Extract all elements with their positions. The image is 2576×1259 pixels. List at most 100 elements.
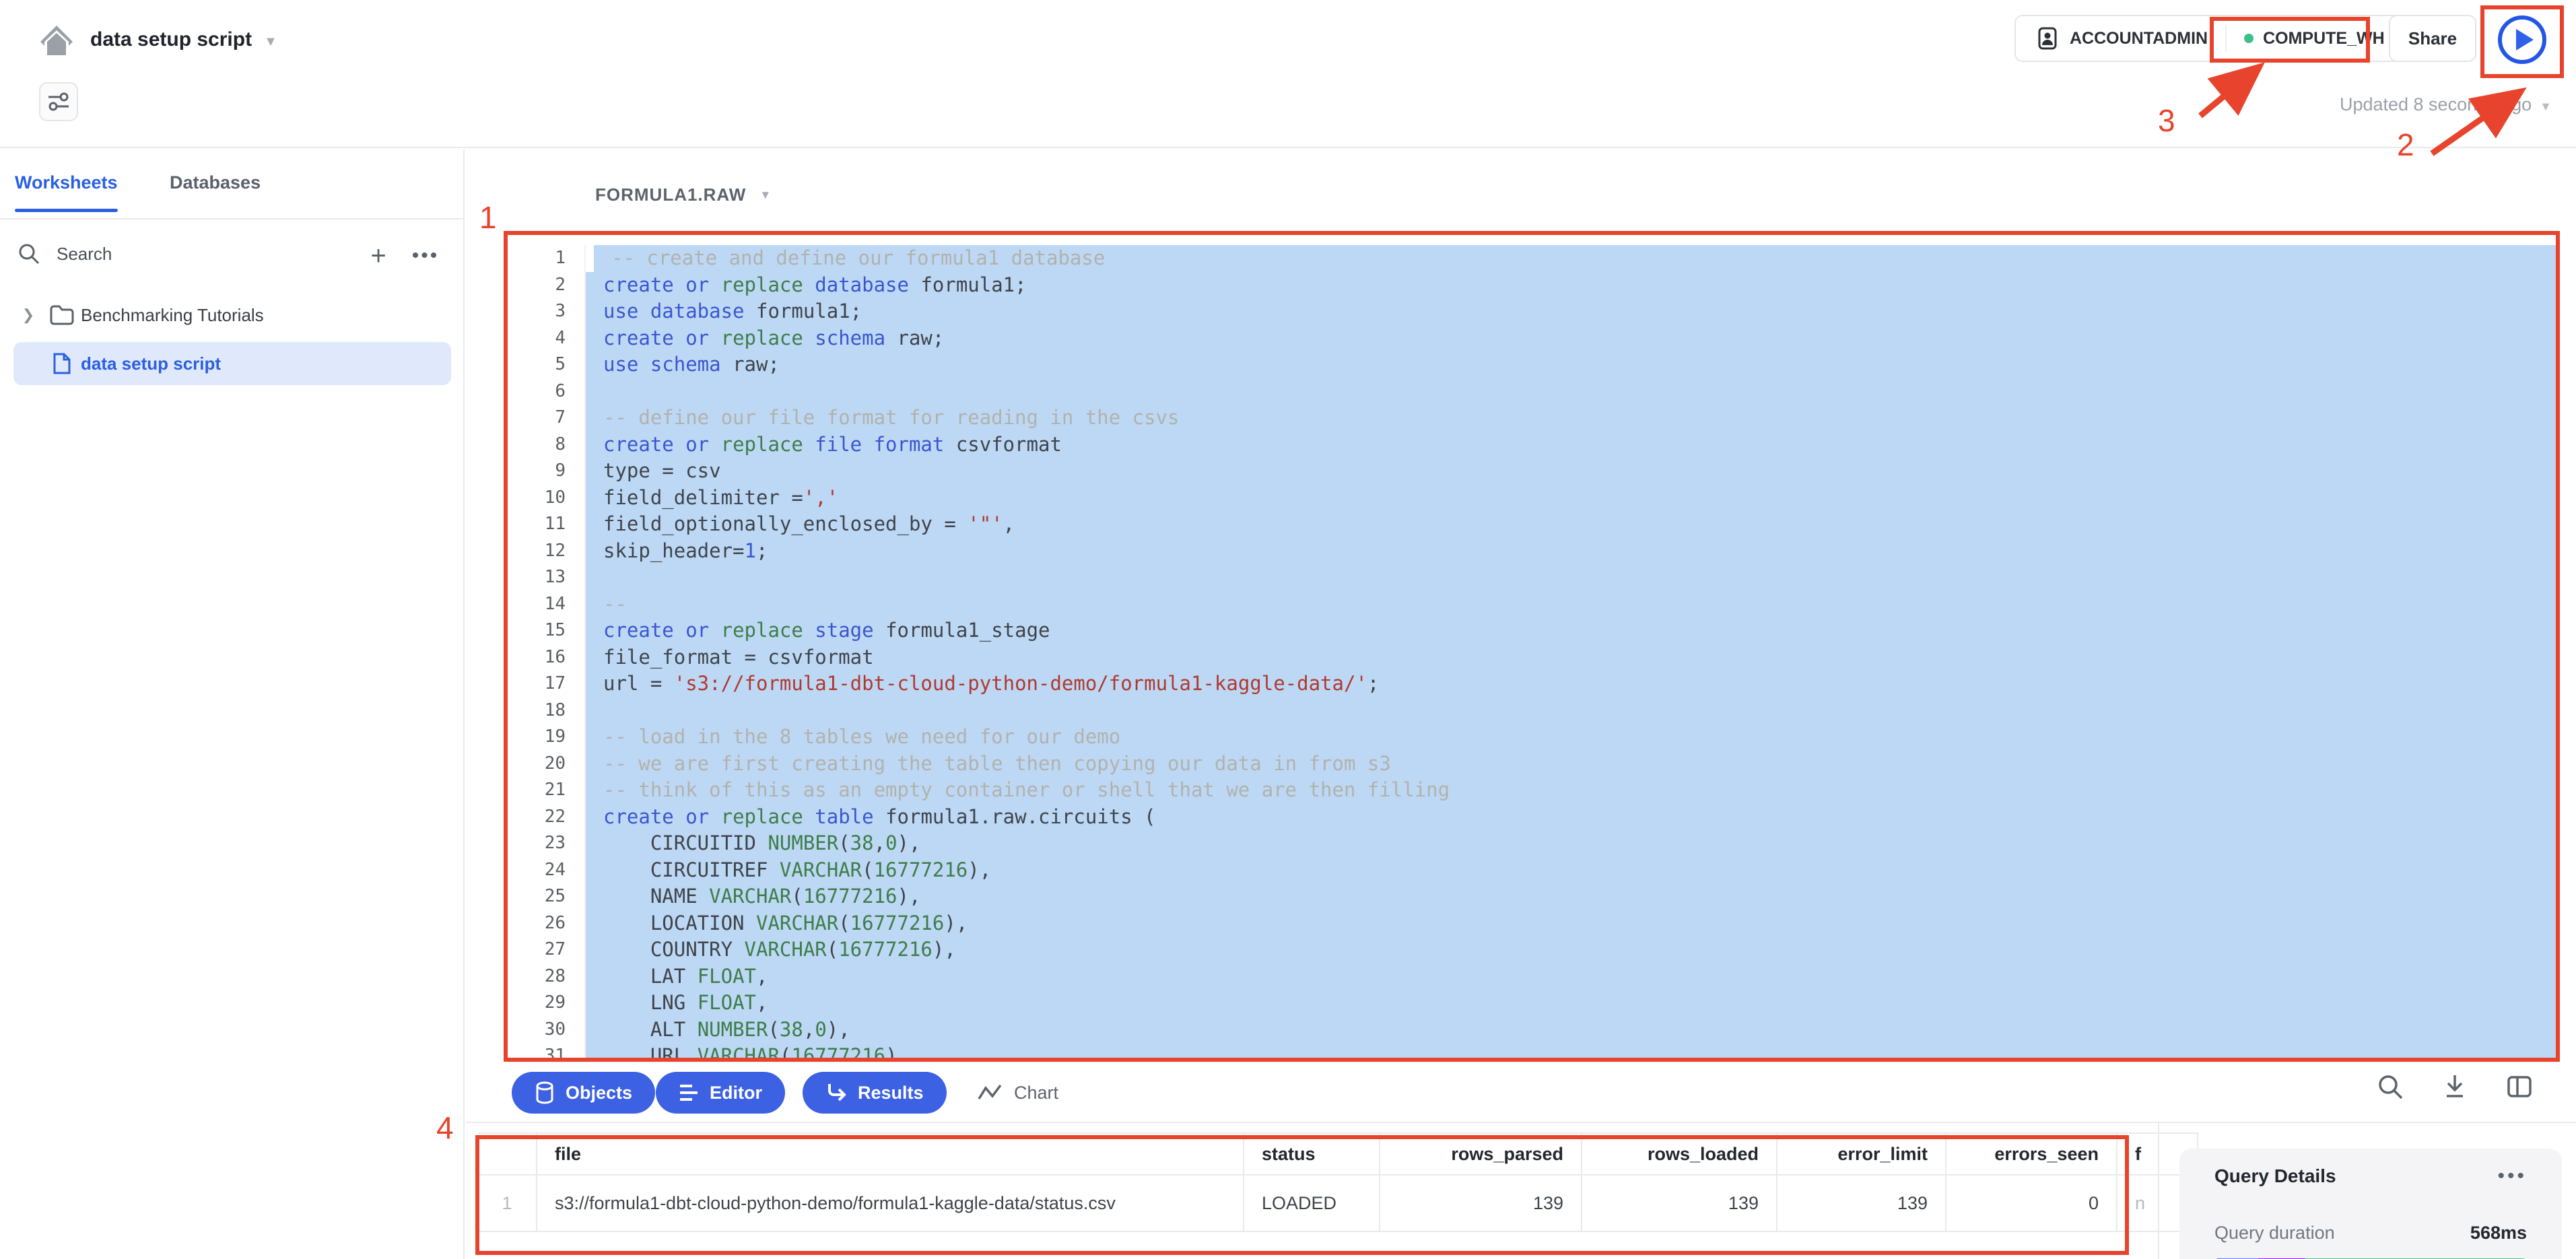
return-arrow-icon [825, 1083, 847, 1103]
tab-databases[interactable]: Databases [170, 172, 261, 193]
database-icon [535, 1081, 555, 1104]
search-input[interactable]: Search [18, 242, 112, 265]
line-number: 15 [508, 617, 583, 644]
code-line[interactable]: use database formula1; [586, 298, 2558, 325]
table-cell[interactable]: 1 [478, 1176, 537, 1232]
share-button[interactable]: Share [2389, 15, 2476, 62]
code-line[interactable]: create or replace stage formula1_stage [586, 617, 2558, 644]
code-line[interactable]: NAME VARCHAR(16777216), [586, 883, 2558, 910]
table-cell[interactable]: s3://formula1-dbt-cloud-python-demo/form… [537, 1176, 1244, 1232]
code-line[interactable]: skip_header=1; [586, 538, 2558, 565]
line-number: 23 [508, 830, 583, 857]
query-duration-label: Query duration [2214, 1223, 2335, 1244]
sql-editor[interactable]: 1234567891011121314151617181920212223242… [508, 234, 2560, 1061]
line-number-gutter: 1234567891011121314151617181920212223242… [508, 245, 583, 1061]
code-line[interactable]: create or replace schema raw; [586, 325, 2558, 352]
line-number: 21 [508, 777, 583, 804]
home-icon[interactable] [39, 24, 74, 57]
code-line[interactable]: -- create and define our formula1 databa… [594, 245, 2558, 272]
context-selector[interactable]: FORMULA1.RAW ▼ [595, 184, 772, 205]
code-line[interactable] [586, 378, 2558, 405]
tree-item-folder[interactable]: ❯ Benchmarking Tutorials [13, 294, 451, 337]
context-caret-icon: ▼ [759, 189, 772, 202]
chart-toggle[interactable]: Chart [978, 1072, 1058, 1114]
updated-timestamp[interactable]: Updated 8 seconds ago▼ [2242, 94, 2552, 115]
code-line[interactable]: create or replace file format csvformat [586, 432, 2558, 458]
editor-button[interactable]: Editor [656, 1072, 785, 1114]
code-line[interactable]: field_delimiter =',' [586, 485, 2558, 512]
code-line[interactable]: -- think of this as an empty container o… [586, 777, 2558, 804]
filters-button[interactable] [39, 82, 78, 121]
pill-divider [2225, 25, 2227, 52]
code-line[interactable]: -- [586, 591, 2558, 618]
code-line[interactable]: -- define our file format for reading in… [586, 405, 2558, 432]
code-line[interactable]: -- we are first creating the table then … [586, 751, 2558, 778]
results-toolbar: Objects Editor Results Chart [466, 1064, 2576, 1123]
search-icon [18, 242, 40, 265]
code-area[interactable]: -- create and define our formula1 databa… [584, 245, 2558, 1061]
code-line[interactable]: LOCATION VARCHAR(16777216), [586, 910, 2558, 937]
code-line[interactable]: URL VARCHAR(16777216), [586, 1043, 2558, 1061]
line-number: 30 [508, 1017, 583, 1044]
sidebar-more-button[interactable]: ••• [408, 238, 443, 273]
title-caret-icon: ▼ [264, 34, 277, 49]
code-line[interactable]: type = csv [586, 458, 2558, 485]
line-number: 8 [508, 432, 583, 458]
code-line[interactable]: -- load in the 8 tables we need for our … [586, 724, 2558, 751]
code-line[interactable]: url = 's3://formula1-dbt-cloud-python-de… [586, 671, 2558, 697]
code-line[interactable]: LAT FLOAT, [586, 963, 2558, 990]
line-number: 26 [508, 910, 583, 937]
objects-button[interactable]: Objects [512, 1072, 655, 1114]
line-number: 28 [508, 963, 583, 990]
query-details-more-button[interactable]: ••• [2497, 1165, 2527, 1188]
table-cell[interactable]: LOADED [1244, 1176, 1380, 1232]
code-line[interactable]: CIRCUITREF VARCHAR(16777216), [586, 857, 2558, 884]
code-line[interactable] [586, 564, 2558, 591]
search-results-icon[interactable] [2377, 1073, 2404, 1100]
code-line[interactable] [586, 697, 2558, 724]
column-header[interactable] [478, 1134, 537, 1176]
code-line[interactable]: COUNTRY VARCHAR(16777216), [586, 937, 2558, 963]
download-icon[interactable] [2441, 1073, 2468, 1100]
table-cell[interactable]: 139 [1380, 1176, 1582, 1232]
warehouse-status-dot [2244, 34, 2253, 43]
line-number: 10 [508, 485, 583, 512]
code-line[interactable]: ALT NUMBER(38,0), [586, 1017, 2558, 1044]
code-line[interactable]: field_optionally_enclosed_by = '"', [586, 511, 2558, 538]
role-selector[interactable]: ACCOUNTADMIN [2036, 27, 2208, 50]
run-button[interactable] [2491, 13, 2553, 66]
sidebar-search-row: Search + ••• [0, 237, 465, 280]
new-worksheet-button[interactable]: + [361, 238, 396, 273]
tab-worksheets[interactable]: Worksheets [15, 172, 118, 193]
table-row[interactable]: 1s3://formula1-dbt-cloud-python-demo/for… [478, 1176, 2198, 1232]
split-columns-icon[interactable] [2506, 1073, 2533, 1100]
table-cell[interactable]: 139 [1582, 1176, 1777, 1232]
tree-item-worksheet-selected[interactable]: ❯ data setup script [13, 342, 451, 385]
main-panel: FORMULA1.RAW ▼ 1234567891011121314151617… [466, 149, 2576, 1259]
warehouse-selector[interactable]: COMPUTE_WH [2244, 29, 2389, 48]
table-cell[interactable]: 0 [1946, 1176, 2117, 1232]
column-header[interactable]: rows_parsed [1380, 1134, 1582, 1176]
line-number: 1 [508, 245, 583, 272]
code-line[interactable]: file_format = csvformat [586, 644, 2558, 671]
worksheet-title[interactable]: data setup script▼ [90, 28, 277, 51]
updated-caret-icon: ▼ [2540, 100, 2552, 113]
code-line[interactable]: create or replace table formula1.raw.cir… [586, 804, 2558, 831]
column-header[interactable]: errors_seen [1946, 1134, 2117, 1176]
table-cell[interactable]: 139 [1777, 1176, 1946, 1232]
query-details-title: Query Details [2214, 1165, 2336, 1187]
column-header[interactable]: error_limit [1777, 1134, 1946, 1176]
results-button[interactable]: Results [803, 1072, 947, 1114]
snowsight-worksheet-app: data setup script▼ ACCOUNTADMIN COMPUTE_… [0, 0, 2576, 1259]
column-header[interactable]: rows_loaded [1582, 1134, 1777, 1176]
code-line[interactable]: CIRCUITID NUMBER(38,0), [586, 830, 2558, 857]
code-line[interactable]: create or replace database formula1; [586, 272, 2558, 299]
chevron-right-icon[interactable]: ❯ [13, 306, 43, 324]
code-line[interactable]: LNG FLOAT, [586, 990, 2558, 1017]
column-header[interactable]: file [537, 1134, 1244, 1176]
panel-divider [2158, 1123, 2159, 1259]
code-line[interactable]: use schema raw; [586, 351, 2558, 378]
line-number: 14 [508, 591, 583, 618]
column-header[interactable]: status [1244, 1134, 1380, 1176]
table-header-row: filestatusrows_parsedrows_loadederror_li… [478, 1134, 2198, 1176]
